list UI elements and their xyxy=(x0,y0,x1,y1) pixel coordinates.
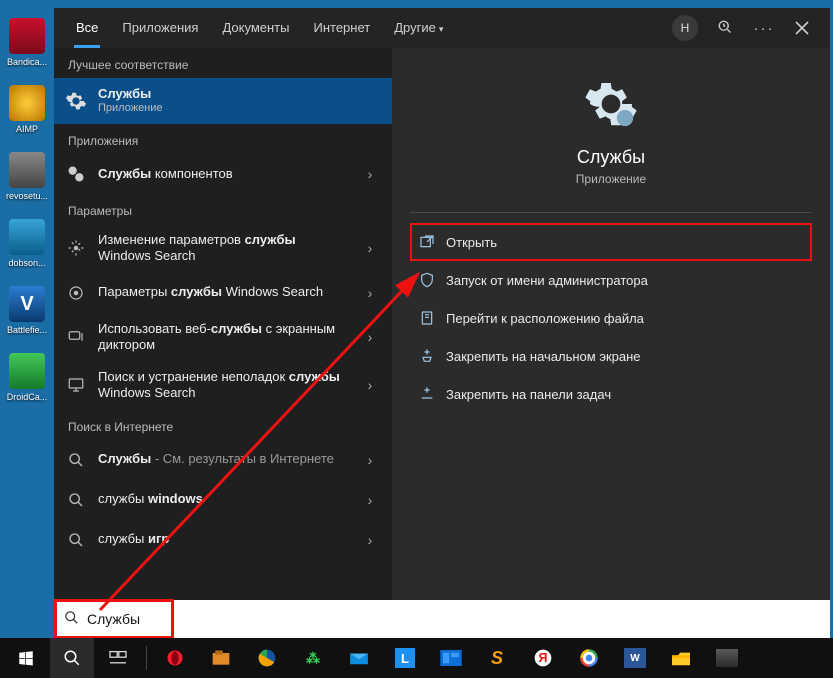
result-web[interactable]: службы игр › xyxy=(54,520,392,560)
action-open-location[interactable]: Перейти к расположению файла xyxy=(410,299,812,337)
taskbar-app[interactable] xyxy=(337,638,381,678)
search-icon xyxy=(64,610,79,629)
taskbar-app[interactable] xyxy=(429,638,473,678)
result-setting[interactable]: Изменение параметров службы Windows Sear… xyxy=(54,224,392,273)
result-setting[interactable]: Использовать веб-службы с экранным дикто… xyxy=(54,313,392,362)
tab-more[interactable]: Другие▾ xyxy=(384,8,453,48)
result-best-match[interactable]: Службы Приложение xyxy=(54,78,392,124)
desktop-shortcut[interactable]: DroidCa... xyxy=(0,353,54,402)
chevron-right-icon: › xyxy=(358,166,382,182)
taskbar-app[interactable]: S xyxy=(475,638,519,678)
narrator-icon xyxy=(64,325,88,349)
start-button[interactable] xyxy=(4,638,48,678)
user-avatar[interactable]: Н xyxy=(672,15,698,41)
tab-apps[interactable]: Приложения xyxy=(112,8,208,48)
chevron-right-icon: › xyxy=(358,329,382,345)
desktop-shortcut[interactable]: dobson... xyxy=(0,219,54,268)
section-apps: Приложения xyxy=(54,124,392,154)
chevron-down-icon: ▾ xyxy=(439,24,444,34)
more-icon[interactable]: ··· xyxy=(754,18,774,38)
search-flyout: Все Приложения Документы Интернет Другие… xyxy=(54,8,830,632)
action-pin-start[interactable]: Закрепить на начальном экране xyxy=(410,337,812,375)
chevron-right-icon: › xyxy=(358,492,382,508)
desktop-shortcut[interactable]: revosetu... xyxy=(0,152,54,201)
taskbar: ⁂ L S Я W xyxy=(0,638,833,678)
tab-documents[interactable]: Документы xyxy=(212,8,299,48)
gear-icon xyxy=(583,76,639,137)
taskbar-app[interactable] xyxy=(199,638,243,678)
feedback-icon[interactable] xyxy=(716,18,736,38)
desktop-shortcut[interactable]: AIMP xyxy=(0,85,54,134)
preview-pane: Службы Приложение Открыть Запуск от имен… xyxy=(392,48,830,632)
desktop-shortcut[interactable]: V Battlefie... xyxy=(0,286,54,335)
settings-icon xyxy=(64,236,88,260)
result-web[interactable]: Службы - См. результаты в Интернете › xyxy=(54,440,392,480)
taskbar-app[interactable]: W xyxy=(613,638,657,678)
search-input[interactable] xyxy=(87,611,820,627)
desktop-shortcut[interactable]: Bandica... xyxy=(0,18,54,67)
preview-title: Службы xyxy=(577,147,645,168)
open-icon xyxy=(418,233,436,251)
result-app[interactable]: Службы компонентов › xyxy=(54,154,392,194)
gear-icon xyxy=(64,89,88,113)
taskbar-app[interactable] xyxy=(705,638,749,678)
taskbar-separator xyxy=(146,646,147,670)
windows-logo-icon xyxy=(14,646,38,670)
pin-taskbar-icon xyxy=(418,385,436,403)
chevron-right-icon: › xyxy=(358,240,382,256)
section-settings: Параметры xyxy=(54,194,392,224)
component-services-icon xyxy=(64,162,88,186)
troubleshoot-icon xyxy=(64,373,88,397)
pin-start-icon xyxy=(418,347,436,365)
close-icon[interactable] xyxy=(792,18,812,38)
results-pane: Лучшее соответствие Службы Приложение Пр… xyxy=(54,48,392,632)
search-icon xyxy=(64,488,88,512)
desktop: Bandica... AIMP revosetu... dobson... V … xyxy=(0,0,54,640)
taskbar-app[interactable] xyxy=(659,638,703,678)
taskbar-app[interactable] xyxy=(153,638,197,678)
section-web: Поиск в Интернете xyxy=(54,410,392,440)
result-setting[interactable]: Поиск и устранение неполадок службы Wind… xyxy=(54,361,392,410)
action-pin-taskbar[interactable]: Закрепить на панели задач xyxy=(410,375,812,413)
search-icon xyxy=(64,528,88,552)
search-tabs: Все Приложения Документы Интернет Другие… xyxy=(54,8,830,48)
taskbar-app[interactable] xyxy=(245,638,289,678)
section-best-match: Лучшее соответствие xyxy=(54,48,392,78)
preview-subtitle: Приложение xyxy=(576,172,646,186)
chevron-right-icon: › xyxy=(358,285,382,301)
action-run-as-admin[interactable]: Запуск от имени администратора xyxy=(410,261,812,299)
chevron-right-icon: › xyxy=(358,532,382,548)
chevron-right-icon: › xyxy=(358,377,382,393)
result-setting[interactable]: Параметры службы Windows Search › xyxy=(54,273,392,313)
taskbar-app[interactable]: ⁂ xyxy=(291,638,335,678)
taskbar-app[interactable]: Я xyxy=(521,638,565,678)
search-icon xyxy=(64,448,88,472)
task-view-icon xyxy=(106,646,130,670)
result-subtitle: Приложение xyxy=(98,102,382,116)
search-box[interactable] xyxy=(54,600,830,638)
folder-icon xyxy=(418,309,436,327)
svg-text:Я: Я xyxy=(539,651,548,665)
result-web[interactable]: службы windows › xyxy=(54,480,392,520)
action-open[interactable]: Открыть xyxy=(410,223,812,261)
taskbar-app[interactable]: L xyxy=(383,638,427,678)
taskbar-app[interactable] xyxy=(567,638,611,678)
chevron-right-icon: › xyxy=(358,452,382,468)
tab-all[interactable]: Все xyxy=(66,8,108,48)
divider xyxy=(410,212,812,213)
settings-icon xyxy=(64,281,88,305)
tab-web[interactable]: Интернет xyxy=(303,8,380,48)
shield-icon xyxy=(418,271,436,289)
search-icon xyxy=(60,646,84,670)
taskbar-search-button[interactable] xyxy=(50,638,94,678)
task-view-button[interactable] xyxy=(96,638,140,678)
result-title: Службы xyxy=(98,86,151,101)
